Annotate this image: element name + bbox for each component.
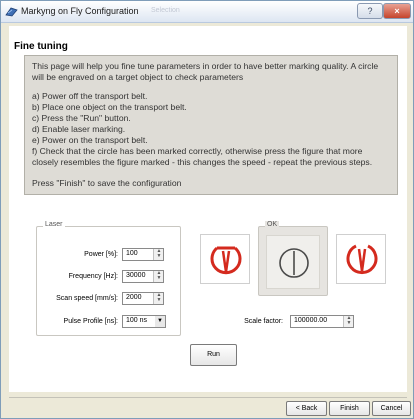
intro-line-1: This page will help you fine tune parame… (32, 61, 379, 71)
power-spinner-arrows[interactable]: ▲ ▼ (153, 249, 163, 260)
finish-button[interactable]: Finish (329, 401, 370, 416)
footer-divider (9, 397, 407, 398)
power-spinner[interactable]: 100 ▲ ▼ (122, 248, 164, 261)
figure-ok-button[interactable] (266, 235, 320, 289)
power-label: Power [%]: (84, 251, 118, 258)
finish-note: Press "Finish" to save the configuration (32, 178, 182, 188)
circle-ok-icon (279, 248, 309, 278)
pulse-profile-select[interactable]: 100 ns ▼ (122, 315, 166, 328)
instructions-panel: This page will help you fine tune parame… (24, 55, 398, 195)
step-f-line-1: f) Check that the circle has been marked… (32, 146, 363, 156)
spin-down-icon[interactable]: ▼ (345, 321, 353, 326)
back-button[interactable]: < Back (286, 401, 327, 416)
frequency-spinner[interactable]: 30000 ▲ ▼ (122, 270, 164, 283)
scale-factor-value[interactable]: 100000.00 (294, 317, 327, 324)
frequency-spinner-arrows[interactable]: ▲ ▼ (153, 271, 163, 282)
cancel-button[interactable]: Cancel (372, 401, 411, 416)
intro-line-2: will be engraved on a target object to c… (32, 72, 244, 82)
close-button[interactable]: × (383, 3, 411, 19)
spin-down-icon[interactable]: ▼ (155, 276, 163, 281)
help-button[interactable]: ? (357, 3, 383, 19)
scan-speed-label: Scan speed [mm/s]: (56, 295, 118, 302)
pulse-profile-label: Pulse Profile [ns]: (63, 318, 118, 325)
circle-open-top-icon (346, 244, 378, 275)
window-title: Markyng on Fly Configuration (21, 6, 139, 16)
spin-down-icon[interactable]: ▼ (155, 254, 163, 259)
title-bar[interactable]: Markyng on Fly Configuration Selection ?… (1, 1, 413, 23)
spin-down-icon[interactable]: ▼ (155, 298, 163, 303)
power-value[interactable]: 100 (126, 250, 138, 257)
step-d: d) Enable laser marking. (32, 124, 126, 134)
figure-too-slow-button[interactable] (200, 234, 250, 284)
laser-group-label: Laser (43, 221, 65, 228)
scale-factor-label: Scale factor: (244, 318, 283, 325)
ok-group-label: OK (265, 221, 280, 228)
figure-too-fast-button[interactable] (336, 234, 386, 284)
frequency-value[interactable]: 30000 (126, 272, 145, 279)
scale-factor-spinner[interactable]: 100000.00 ▲ ▼ (290, 315, 354, 328)
step-c: c) Press the "Run" button. (32, 113, 131, 123)
scale-factor-spinner-arrows[interactable]: ▲ ▼ (343, 316, 353, 327)
page-title: Fine tuning (14, 41, 68, 52)
scan-speed-spinner-arrows[interactable]: ▲ ▼ (153, 293, 163, 304)
chevron-down-icon[interactable]: ▼ (155, 316, 165, 327)
step-a: a) Power off the transport belt. (32, 91, 148, 101)
scan-speed-value[interactable]: 2000 (126, 294, 142, 301)
pulse-profile-value[interactable]: 100 ns (126, 317, 147, 324)
run-button[interactable]: Run (190, 344, 237, 366)
background-tab-label: Selection (151, 7, 180, 14)
step-e: e) Power on the transport belt. (32, 135, 148, 145)
step-b: b) Place one object on the transport bel… (32, 102, 187, 112)
step-f-line-2: closely resembles the figure marked - th… (32, 157, 373, 167)
app-icon (5, 7, 18, 17)
circle-open-bottom-icon (210, 246, 242, 275)
scan-speed-spinner[interactable]: 2000 ▲ ▼ (122, 292, 164, 305)
frequency-label: Frequency [Hz]: (68, 273, 118, 280)
wizard-window: Markyng on Fly Configuration Selection ?… (0, 0, 414, 419)
